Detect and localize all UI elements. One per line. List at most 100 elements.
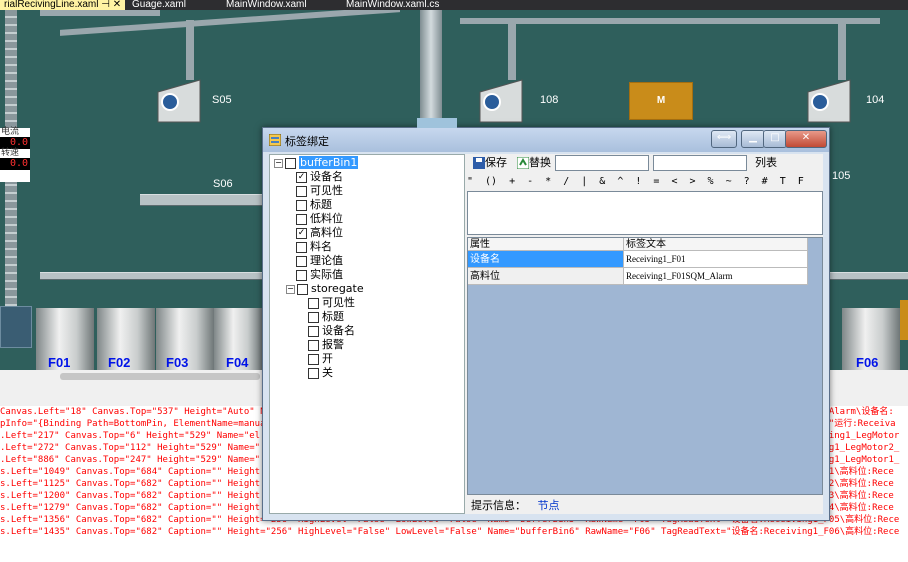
checkbox[interactable] [285,157,296,169]
editor-tab-bar: rialRecivingLine.xaml ⊣ ✕ Guage.xaml Mai… [0,0,908,10]
collapse-icon[interactable]: − [286,284,295,294]
tag-binding-dialog: 标签绑定 ⟺ ▁ □ ✕ − bufferBin1 ✓ 设备名 可见性 标题 低料位… [262,118,830,521]
tree-node[interactable]: 报警 [308,338,344,352]
xaml-right-lines: 5_Alarm\设备名: t="运行:Receiva iving1_LegMot… [818,406,908,514]
rotary-valve-icon [157,79,201,123]
tree-node-label: 设备名 [322,324,355,337]
checkbox[interactable] [308,325,319,337]
grid-row-prop[interactable]: 高料位 [468,268,624,285]
column-header-tag-text[interactable]: 标签文本 [624,238,808,251]
checkbox[interactable] [296,269,307,281]
tree-node[interactable]: 料名 [296,240,332,254]
tree-node-label: 开 [322,352,333,365]
checkbox[interactable] [308,311,319,323]
tree-node-label: 可见性 [322,296,355,309]
save-button[interactable]: 保存 [473,156,507,170]
xaml-right-line: 5_Alarm\设备名: [818,407,894,417]
replace-button[interactable]: 替换 [516,156,551,170]
list-button[interactable]: 列表 [755,156,777,170]
checkbox[interactable] [308,297,319,309]
checkbox[interactable] [296,255,307,267]
tree-node-label: storegate [311,282,364,295]
tab-reciving-line-xaml[interactable]: rialRecivingLine.xaml ⊣ ✕ [0,0,126,10]
grid-row-value[interactable]: Receiving1_F01SQM_Alarm [624,268,808,285]
xaml-right-line: ing1_LegMotor1_ [818,455,900,465]
tree-node[interactable]: 标题 [308,310,344,324]
machine-label-105: 105 [832,170,851,182]
tree-node-label: 标题 [310,198,332,211]
dialog-body: − bufferBin1 ✓ 设备名 可见性 标题 低料位 ✓ 高料位 料名 理论值 … [269,154,823,514]
tree-node[interactable]: 开 [308,352,333,366]
tree-node-bufferbin1[interactable]: − bufferBin1 [274,156,359,170]
minimize-button[interactable]: ▁ [741,130,765,148]
tree-node-label: 理论值 [310,254,343,267]
collapse-icon[interactable]: − [274,158,283,168]
belt-conveyor-left[interactable] [40,272,262,280]
tree-node[interactable]: 设备名 [308,324,355,338]
checkbox[interactable] [296,213,307,225]
checkbox[interactable] [308,353,319,365]
grid-row-prop[interactable]: 设备名 [468,251,624,268]
property-grid[interactable]: 属性 标签文本 设备名 Receiving1_F01 高料位 Receiving… [467,237,823,495]
checkbox-checked[interactable]: ✓ [296,227,307,239]
pin-close-icon[interactable]: ⊣ ✕ [101,0,121,10]
tab-mainwindow-xaml-cs[interactable]: MainWindow.xaml.cs [342,0,443,10]
grid-row-value[interactable]: Receiving1_F01 [624,251,808,268]
tree-node-storegate[interactable]: − storegate [286,282,364,296]
status-bar: 提示信息： 节点 [467,497,823,514]
tree-node[interactable]: 关 [308,366,333,380]
tree-node[interactable]: 低料位 [296,212,343,226]
tree-node-label: 设备名 [310,170,343,183]
checkbox[interactable] [296,185,307,197]
grid-header: 属性 标签文本 [468,238,808,252]
symbol-bar[interactable]: " () + - * / | & ^ ! = < > % ~ ? # T F [467,174,823,190]
tree-node[interactable]: 实际值 [296,268,343,282]
tag-text-input[interactable] [467,191,823,235]
checkbox[interactable] [296,241,307,253]
meter-panel: 电流 0.0 转速 0.0 [0,128,30,182]
rotary-valve-104[interactable] [800,72,858,130]
rotary-valve-icon [479,79,523,123]
screw-conveyor-s06[interactable] [140,194,262,206]
checkbox[interactable] [308,339,319,351]
tag-tree[interactable]: − bufferBin1 ✓ 设备名 可见性 标题 低料位 ✓ 高料位 料名 理论值 … [269,154,465,514]
dialog-title-bar[interactable]: 标签绑定 ⟺ ▁ □ ✕ [263,128,829,152]
column-header-property[interactable]: 属性 [468,238,624,251]
tree-node[interactable]: 标题 [296,198,332,212]
xaml-right-line: t="运行:Receiva [818,419,896,429]
bin-label-f03: F03 [166,355,189,370]
tree-node[interactable]: 可见性 [308,296,355,310]
xaml-right-line: F02\高料位:Rece [818,479,894,489]
yellow-element-edge [900,300,908,340]
checkbox[interactable] [297,283,308,295]
replace-input[interactable] [653,155,747,171]
tab-mainwindow-xaml[interactable]: MainWindow.xaml [222,0,311,10]
tab-label: rialRecivingLine.xaml [4,0,99,10]
replace-icon [516,156,530,170]
checkbox-checked[interactable]: ✓ [296,171,307,183]
tree-node[interactable]: 可见性 [296,184,343,198]
rotary-valve-108[interactable] [472,72,530,130]
current-label: 电流 [1,127,20,137]
belt-conveyor-right[interactable] [826,272,908,280]
tree-node[interactable]: ✓ 设备名 [296,170,343,184]
tab-guage-xaml[interactable]: Guage.xaml [128,0,190,10]
horizontal-scrollbar-thumb[interactable] [60,373,260,380]
restore-button[interactable]: ⟺ [711,130,737,148]
tree-node[interactable]: ✓ 高料位 [296,226,343,240]
tree-node-label: 报警 [322,338,344,351]
tree-node[interactable]: 理论值 [296,254,343,268]
rotary-valve-icon [807,79,851,123]
maximize-button[interactable]: □ [763,130,787,148]
bin-label-f04: F04 [226,355,249,370]
find-input[interactable] [555,155,649,171]
motor-box[interactable]: M [629,82,693,120]
close-button[interactable]: ✕ [785,130,827,148]
rotary-valve-s05[interactable] [150,72,208,130]
xaml-right-line: ing1_LegMotor2_ [818,443,900,453]
checkbox[interactable] [308,367,319,379]
binding-toolbar: 保存 替换 列表 [467,154,823,172]
checkbox[interactable] [296,199,307,211]
blue-panel-edge [0,306,32,348]
tree-node-label: 低料位 [310,212,343,225]
